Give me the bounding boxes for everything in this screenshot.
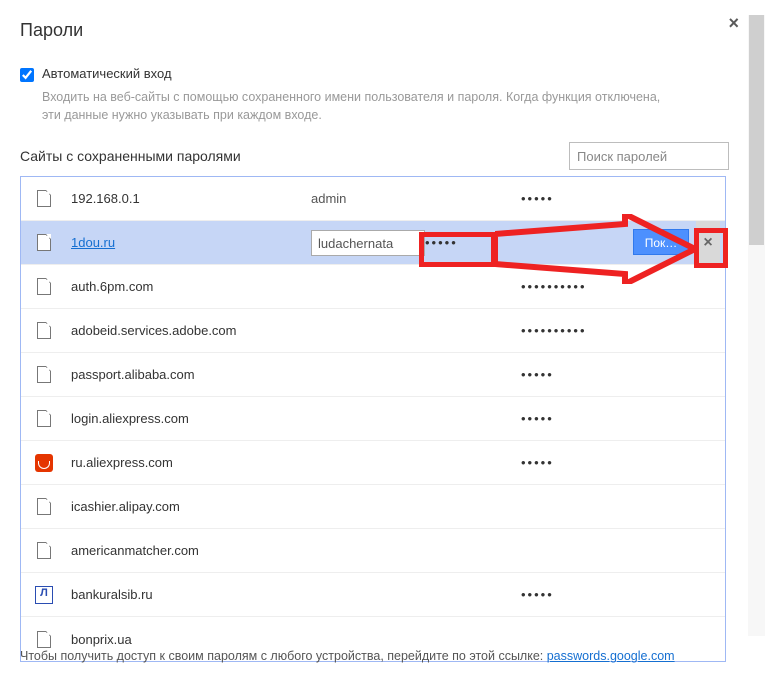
file-icon — [37, 498, 51, 515]
auto-signin-label: Автоматический вход — [42, 66, 172, 81]
delete-password-button[interactable]: × — [696, 221, 720, 264]
password-row[interactable]: 192.168.0.1admin••••• — [21, 177, 725, 221]
password-cell: •••••••••• — [521, 279, 587, 294]
file-icon — [37, 322, 51, 339]
saved-passwords-heading: Сайты с сохраненными паролями — [20, 148, 241, 164]
aliexpress-favicon-icon — [35, 454, 53, 472]
file-icon — [37, 410, 51, 427]
bankuralsib-favicon-icon — [35, 586, 53, 604]
site-cell: passport.alibaba.com — [71, 367, 311, 382]
password-row[interactable]: americanmatcher.com — [21, 529, 725, 573]
file-icon — [37, 234, 51, 251]
search-passwords-input[interactable] — [569, 142, 729, 170]
file-icon — [37, 542, 51, 559]
site-cell: login.aliexpress.com — [71, 411, 311, 426]
site-cell: bankuralsib.ru — [71, 587, 311, 602]
auto-signin-checkbox[interactable] — [20, 68, 34, 82]
password-cell: ••••• — [521, 587, 554, 602]
site-cell[interactable]: 1dou.ru — [71, 235, 311, 250]
site-cell: bonprix.ua — [71, 632, 311, 647]
password-cell: ••••• — [521, 455, 554, 470]
username-cell: admin — [311, 191, 521, 206]
password-row[interactable]: ru.aliexpress.com ••••• — [21, 441, 725, 485]
passwords-google-link[interactable]: passwords.google.com — [547, 649, 675, 663]
auto-signin-hint: Входить на веб-сайты с помощью сохраненн… — [42, 88, 682, 124]
sync-hint: Чтобы получить доступ к своим паролям с … — [20, 649, 675, 663]
password-row[interactable]: auth.6pm.com •••••••••• — [21, 265, 725, 309]
password-cell: ••••• — [521, 411, 554, 426]
password-cell: ••••• — [521, 367, 554, 382]
file-icon — [37, 278, 51, 295]
scrollbar-thumb[interactable] — [749, 15, 764, 245]
site-cell: 192.168.0.1 — [71, 191, 311, 206]
reveal-password-button[interactable]: Пок… — [633, 229, 689, 255]
password-table: 192.168.0.1admin•••••1dou.ruludachernata… — [20, 176, 726, 662]
site-cell: adobeid.services.adobe.com — [71, 323, 311, 338]
site-cell: ru.aliexpress.com — [71, 455, 311, 470]
username-cell[interactable]: ludachernata — [311, 230, 425, 256]
close-dialog-button[interactable]: × — [728, 14, 739, 32]
file-icon — [37, 190, 51, 207]
site-cell: icashier.alipay.com — [71, 499, 311, 514]
password-row[interactable]: 1dou.ruludachernata••••• Пок… × — [21, 221, 725, 265]
sync-hint-text: Чтобы получить доступ к своим паролям с … — [20, 649, 547, 663]
password-row[interactable]: bankuralsib.ru ••••• — [21, 573, 725, 617]
password-cell: •••••••••• — [521, 323, 587, 338]
password-row[interactable]: passport.alibaba.com ••••• — [21, 353, 725, 397]
site-cell: americanmatcher.com — [71, 543, 311, 558]
password-row[interactable]: icashier.alipay.com — [21, 485, 725, 529]
password-cell: ••••• — [521, 191, 554, 206]
dialog-title: Пароли — [20, 20, 729, 41]
vertical-scrollbar[interactable] — [748, 15, 765, 636]
file-icon — [37, 631, 51, 648]
password-row[interactable]: login.aliexpress.com ••••• — [21, 397, 725, 441]
file-icon — [37, 366, 51, 383]
password-cell: ••••• — [425, 235, 458, 250]
site-cell: auth.6pm.com — [71, 279, 311, 294]
password-row[interactable]: adobeid.services.adobe.com •••••••••• — [21, 309, 725, 353]
